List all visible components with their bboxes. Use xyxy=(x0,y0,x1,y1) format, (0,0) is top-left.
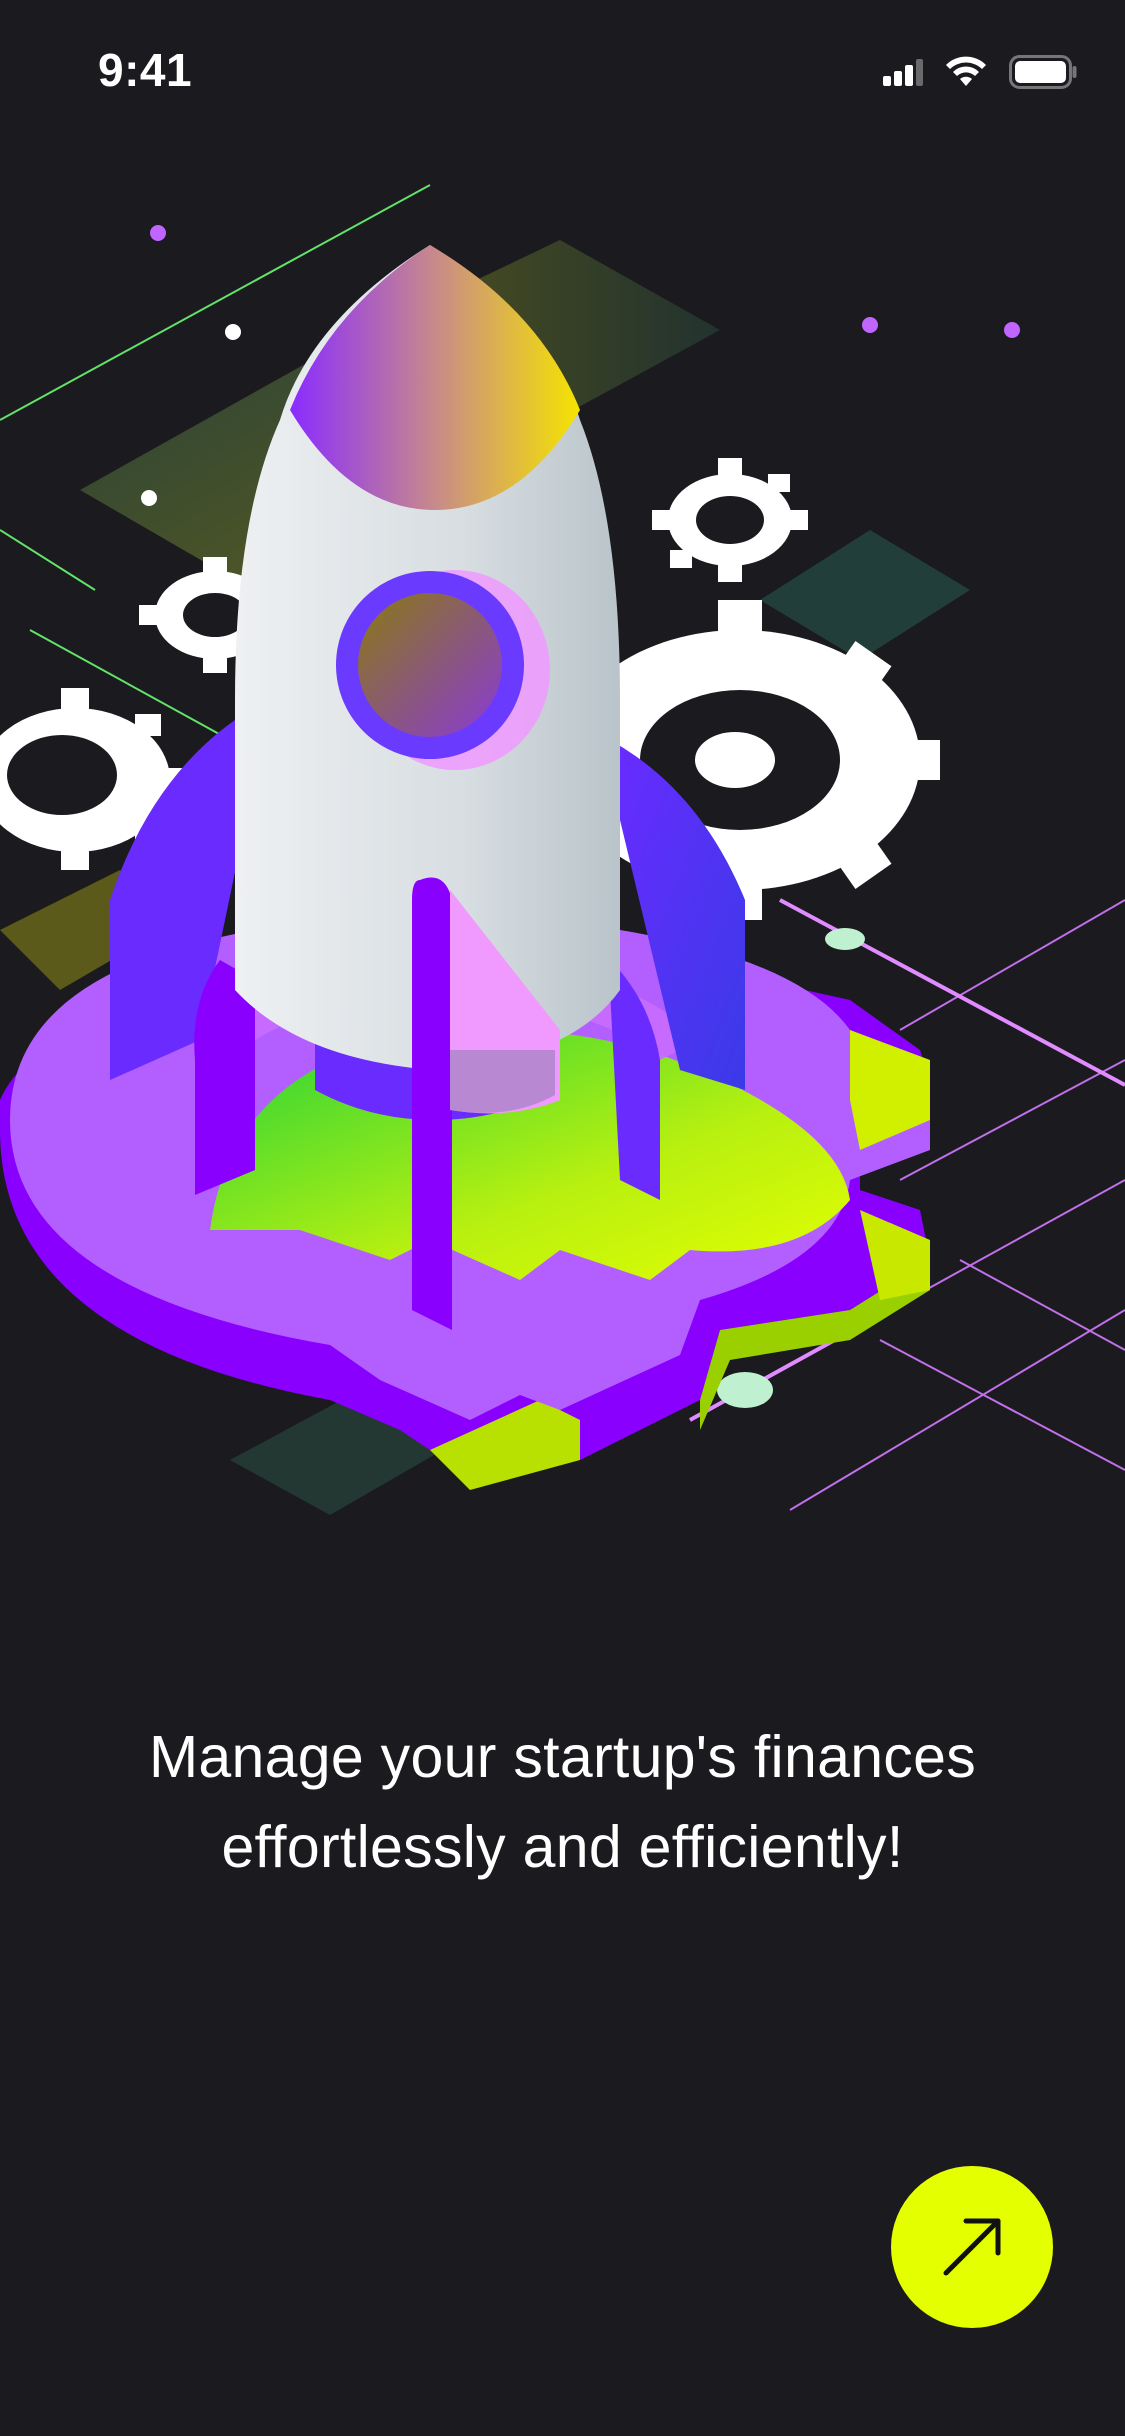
status-bar: 9:41 xyxy=(0,0,1125,140)
battery-icon xyxy=(1009,55,1077,89)
status-icons xyxy=(883,52,1077,92)
arrow-up-right-icon xyxy=(943,2218,1001,2276)
status-time: 9:41 xyxy=(98,44,193,96)
rocket-icon xyxy=(110,245,745,1330)
wifi-icon xyxy=(946,56,986,86)
headline-line-1: Manage your startup's finances xyxy=(148,1724,977,1790)
onboarding-screen: 9:41 Manage your startup's finances effo… xyxy=(0,0,1125,2436)
headline-line-2: effortlessly and efficiently! xyxy=(221,1814,904,1880)
rocket-launch-illustration xyxy=(0,184,1125,1515)
onboarding-headline: Manage your startup's finances effortles… xyxy=(60,1712,1065,1892)
cellular-signal-icon xyxy=(883,59,923,86)
next-button[interactable] xyxy=(891,2166,1053,2328)
